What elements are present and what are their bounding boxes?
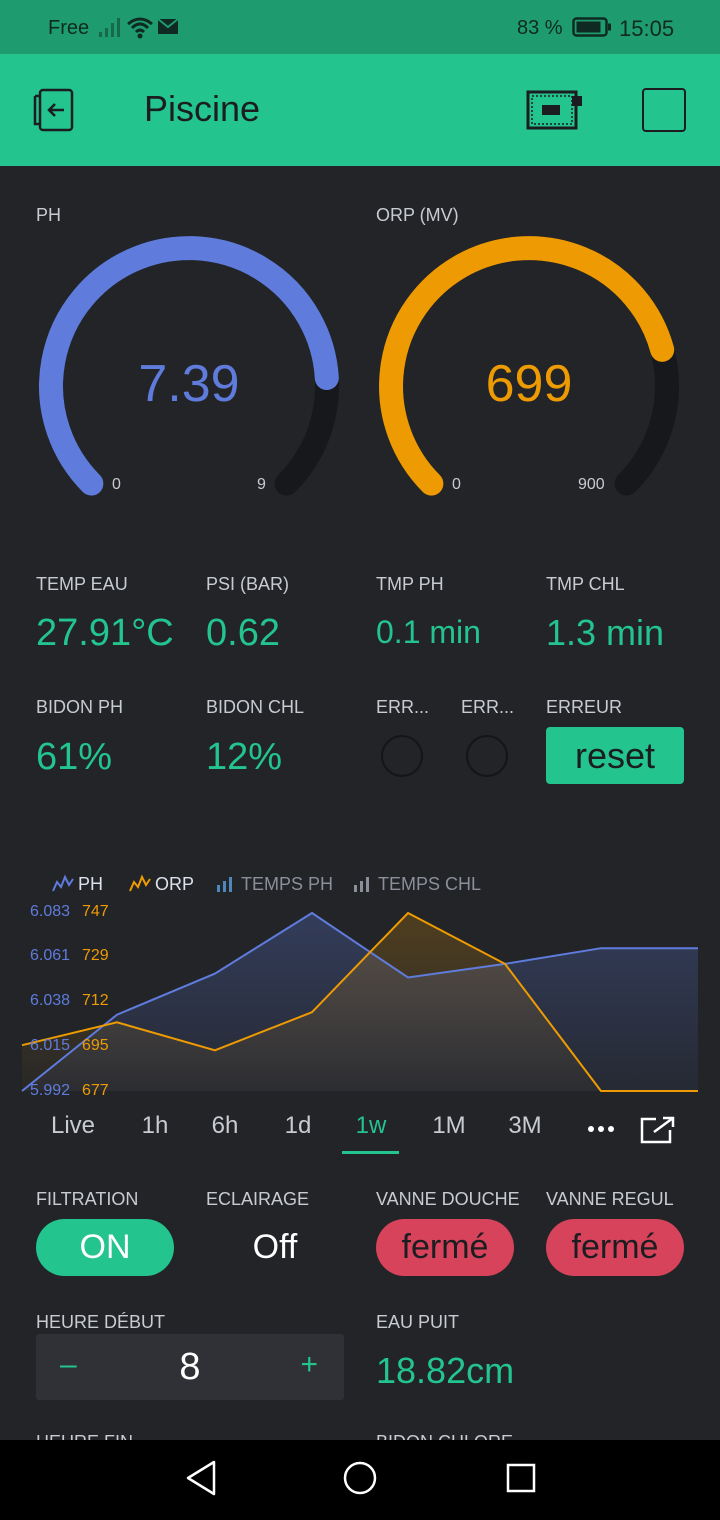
line-chart-icon (52, 874, 74, 892)
gauge-ph-value: 7.39 (138, 355, 240, 413)
more-icon[interactable] (586, 1122, 618, 1136)
export-icon[interactable] (640, 1116, 676, 1144)
tmp-chl-label: TMP CHL (546, 574, 625, 594)
stop-icon[interactable] (642, 88, 686, 132)
wifi-icon (127, 17, 153, 39)
eclairage-toggle[interactable]: Off (206, 1219, 344, 1276)
pressure-value: 0.62 (206, 612, 280, 654)
nav-bar (0, 1440, 720, 1520)
y-tick-orp-3: 695 (82, 1037, 109, 1054)
y-tick-orp-1: 729 (82, 947, 109, 964)
gauge-orp-min: 0 (452, 476, 461, 493)
y-tick-ph-2: 6.038 (30, 992, 71, 1009)
legend-ph-label: PH (78, 874, 104, 894)
vanne-douche-toggle[interactable]: fermé (376, 1219, 514, 1276)
bar-chart-icon (217, 877, 232, 892)
led-1-label: ERR... (376, 697, 430, 717)
tmp-ph-value: 0.1 min (376, 614, 481, 650)
clock: 15:05 (619, 16, 675, 41)
tab-6h[interactable]: 6h (195, 1112, 255, 1140)
vanne-regul-toggle[interactable]: fermé (546, 1219, 684, 1276)
start-hour-stepper: – 8 + (36, 1334, 344, 1400)
app-title: Piscine (144, 88, 261, 129)
bidon-chl-label: BIDON CHL (206, 697, 305, 717)
temp-water-label: TEMP EAU (36, 574, 128, 594)
vanne-douche-label: VANNE DOUCHE (376, 1189, 520, 1209)
bar-chart-icon (354, 877, 369, 892)
device-board-icon[interactable] (526, 88, 584, 132)
tmp-chl-value: 1.3 min (546, 612, 665, 653)
error-led-1 (381, 735, 423, 777)
recent-apps-icon[interactable] (505, 1458, 537, 1498)
battery-percent: 83 % (517, 17, 563, 39)
carrier-label: Free (48, 17, 90, 39)
app-header (0, 54, 720, 166)
chlorine-can-label: BIDON CHLORE (376, 1432, 513, 1440)
bidon-ph-label: BIDON PH (36, 697, 124, 717)
tab-1d[interactable]: 1d (268, 1112, 328, 1140)
back-nav-icon[interactable] (184, 1458, 218, 1498)
error-label: ERREUR (546, 697, 623, 717)
legend-temps-ph[interactable]: TEMPS PH (215, 874, 333, 895)
exit-icon[interactable] (32, 86, 80, 134)
tab-1h[interactable]: 1h (125, 1112, 185, 1140)
gauge-ph-max: 9 (257, 476, 266, 493)
home-nav-icon[interactable] (342, 1458, 378, 1498)
error-led-2 (466, 735, 508, 777)
gauge-ph-min: 0 (112, 476, 121, 493)
led-2-label: ERR... (461, 697, 515, 717)
bidon-chl-value: 12% (206, 736, 283, 778)
legend-temps-ph-label: TEMPS PH (241, 874, 334, 894)
line-chart-icon (129, 874, 151, 892)
y-tick-ph-4: 5.992 (30, 1082, 71, 1099)
status-bar: Free 83 % 15:05 (0, 0, 720, 54)
well-water-value: 18.82cm (376, 1350, 515, 1391)
start-hour-value: 8 (179, 1346, 201, 1388)
pressure-label: PSI (BAR) (206, 574, 290, 594)
tab-1m[interactable]: 1M (419, 1112, 479, 1140)
increment-button[interactable]: + (300, 1348, 318, 1382)
gauge-orp-max: 900 (578, 476, 605, 493)
eclairage-label: ECLAIRAGE (206, 1189, 310, 1209)
mail-icon (157, 18, 179, 34)
start-hour-label: HEURE DÉBUT (36, 1312, 166, 1332)
well-water-label: EAU PUIT (376, 1312, 460, 1332)
legend-temps-chl[interactable]: TEMPS CHL (352, 874, 481, 895)
y-tick-orp-0: 747 (82, 903, 109, 920)
tmp-ph-label: TMP PH (376, 574, 444, 594)
tab-1w[interactable]: 1w (341, 1112, 401, 1140)
vanne-regul-label: VANNE REGUL (546, 1189, 674, 1209)
reset-button[interactable]: reset (546, 727, 684, 784)
y-tick-orp-4: 677 (82, 1082, 109, 1099)
y-tick-ph-0: 6.083 (30, 903, 71, 920)
tab-3m[interactable]: 3M (495, 1112, 555, 1140)
app-screen: Free 83 % 15:05 Piscine PH ORP (MV) 7.39… (0, 0, 720, 1520)
temp-water-value: 27.91°C (36, 612, 174, 654)
end-hour-label: HEURE FIN (36, 1432, 133, 1440)
filtration-toggle[interactable]: ON (36, 1219, 174, 1276)
legend-orp[interactable]: ORP (129, 874, 194, 895)
gauge-orp-value: 699 (485, 355, 573, 413)
active-tab-indicator (342, 1151, 399, 1154)
y-tick-ph-1: 6.061 (30, 947, 71, 964)
tab-live[interactable]: Live (43, 1112, 103, 1140)
signal-icon (99, 18, 120, 37)
battery-icon (572, 17, 611, 37)
y-tick-ph-3: 6.015 (30, 1037, 71, 1054)
y-tick-orp-2: 712 (82, 992, 109, 1009)
legend-ph[interactable]: PH (52, 874, 103, 895)
bidon-ph-value: 61% (36, 736, 113, 778)
filtration-label: FILTRATION (36, 1189, 139, 1209)
legend-temps-chl-label: TEMPS CHL (378, 874, 482, 894)
legend-orp-label: ORP (155, 874, 195, 894)
